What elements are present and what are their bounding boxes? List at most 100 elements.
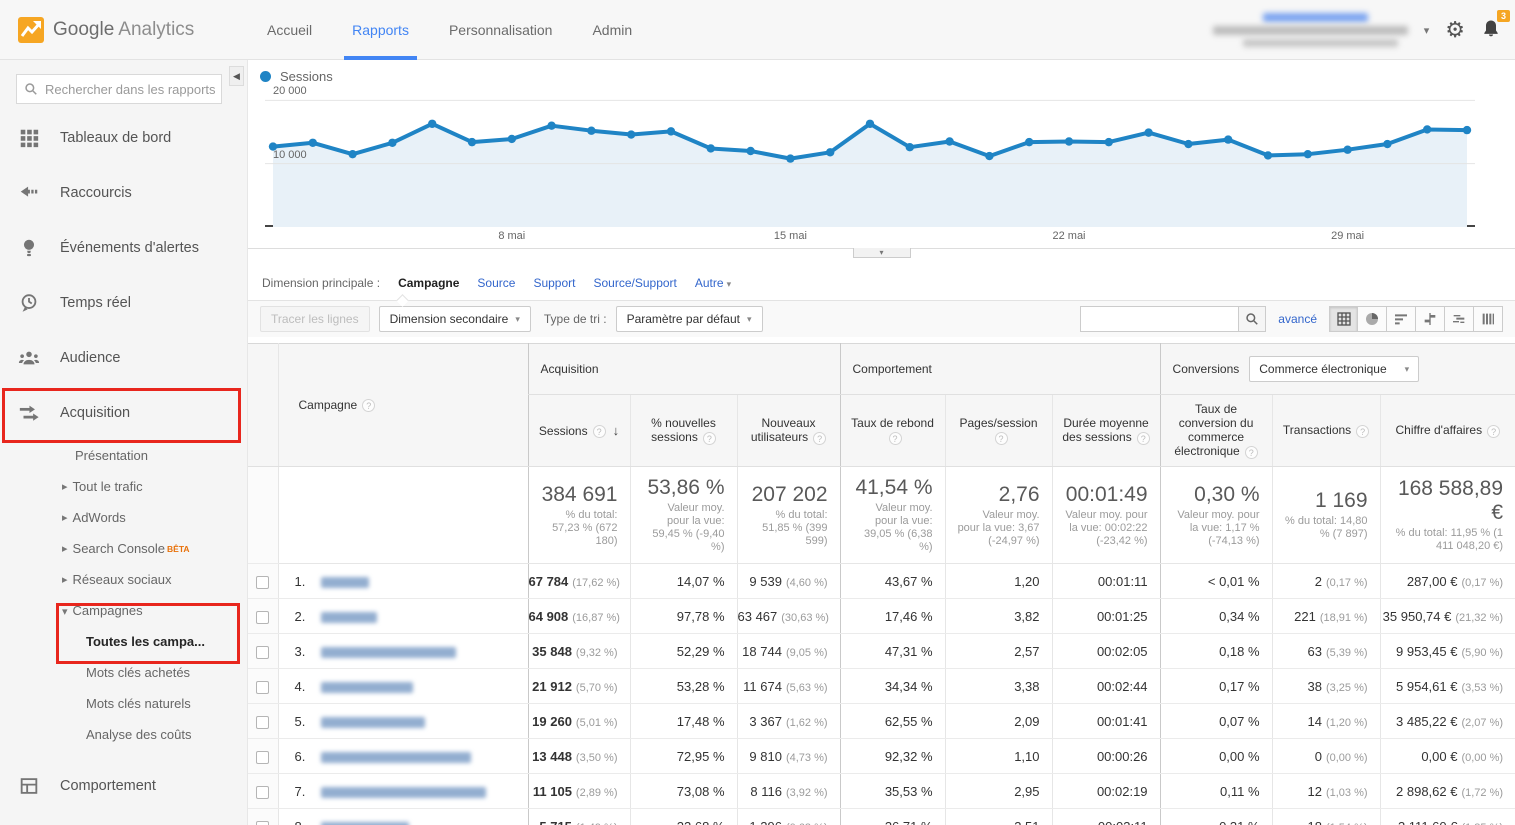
dimension-autre[interactable]: Autre <box>695 276 731 290</box>
row-checkbox[interactable] <box>256 786 269 799</box>
help-icon[interactable] <box>1356 425 1369 438</box>
campaign-name-redacted[interactable] <box>321 752 471 763</box>
view-pivot-button[interactable] <box>1474 306 1503 332</box>
nav-rapports[interactable]: Rapports <box>332 0 429 60</box>
help-icon[interactable] <box>1137 432 1150 445</box>
table-search-button[interactable] <box>1238 306 1266 332</box>
chart-point[interactable] <box>1144 128 1152 136</box>
sidebar-item-reseaux-sociaux[interactable]: Réseaux sociaux <box>0 564 247 595</box>
table-search-input[interactable] <box>1080 306 1238 332</box>
sidebar-item-presentation[interactable]: Présentation <box>0 440 247 471</box>
conversions-type-select[interactable]: Commerce électronique <box>1249 356 1419 382</box>
chart-point[interactable] <box>587 127 595 135</box>
campaign-name-redacted[interactable] <box>321 577 369 588</box>
chart-point[interactable] <box>985 152 993 160</box>
chart-point[interactable] <box>786 154 794 162</box>
dimension-support[interactable]: Support <box>533 276 575 290</box>
chart-collapse-tab[interactable] <box>853 248 911 258</box>
sidebar-item-analyse-des-couts[interactable]: Analyse des coûts <box>0 719 247 750</box>
chart-point[interactable] <box>746 147 754 155</box>
chart-point[interactable] <box>945 137 953 145</box>
account-chevron-down-icon[interactable]: ▾ <box>1424 24 1430 37</box>
chart-point[interactable] <box>707 144 715 152</box>
column-header-1[interactable]: Sessions <box>528 395 630 467</box>
sort-descending-icon[interactable] <box>613 423 620 438</box>
chart-point[interactable] <box>309 139 317 147</box>
sessions-legend-dot-icon[interactable] <box>260 71 271 82</box>
sidebar-item-search-console[interactable]: Search Console BÊTA <box>0 533 247 564</box>
campaign-name-redacted[interactable] <box>321 647 456 658</box>
row-checkbox[interactable] <box>256 576 269 589</box>
chart-point[interactable] <box>348 150 356 158</box>
chart-point[interactable] <box>1065 137 1073 145</box>
chart-point[interactable] <box>1304 150 1312 158</box>
campagne-column-header[interactable]: Campagne <box>278 344 528 467</box>
column-header-5[interactable]: Pages/session <box>945 395 1052 467</box>
dimension-source[interactable]: Source <box>477 276 515 290</box>
column-header-2[interactable]: % nouvelles sessions <box>630 395 737 467</box>
column-header-6[interactable]: Durée moyenne des sessions <box>1052 395 1160 467</box>
chart-point[interactable] <box>1463 126 1471 134</box>
sidebar-item-behavior[interactable]: Comportement <box>0 758 247 813</box>
dimension-campagne[interactable]: Campagne <box>398 276 459 290</box>
row-checkbox[interactable] <box>256 821 269 825</box>
campaign-name-redacted[interactable] <box>321 787 486 798</box>
column-header-7[interactable]: Taux de conversion du commerce électroni… <box>1160 395 1272 467</box>
chart-point[interactable] <box>1025 138 1033 146</box>
row-checkbox[interactable] <box>256 681 269 694</box>
sidebar-item-intelligence-events[interactable]: Événements d'alertes <box>0 220 247 275</box>
chart-point[interactable] <box>468 138 476 146</box>
column-header-9[interactable]: Chiffre d'affaires <box>1380 395 1515 467</box>
help-icon[interactable] <box>995 432 1008 445</box>
campaign-name-redacted[interactable] <box>321 612 377 623</box>
view-term-cloud-button[interactable] <box>1445 306 1474 332</box>
chart-point[interactable] <box>1224 135 1232 143</box>
chart-point[interactable] <box>1423 125 1431 133</box>
chart-point[interactable] <box>1105 138 1113 146</box>
sidebar-item-realtime[interactable]: Temps réel <box>0 275 247 330</box>
campaign-name-redacted[interactable] <box>321 717 425 728</box>
nav-accueil[interactable]: Accueil <box>247 0 332 60</box>
help-icon[interactable] <box>703 432 716 445</box>
logo[interactable]: GoogleAnalytics <box>0 17 247 43</box>
sidebar-item-mots-cles-naturels[interactable]: Mots clés naturels <box>0 688 247 719</box>
help-icon[interactable] <box>362 399 375 412</box>
sidebar-item-dashboards[interactable]: Tableaux de bord <box>0 110 247 165</box>
chart-point[interactable] <box>627 130 635 138</box>
help-icon[interactable] <box>1487 425 1500 438</box>
help-icon[interactable] <box>593 425 606 438</box>
view-table-button[interactable] <box>1329 306 1358 332</box>
view-percentage-button[interactable] <box>1358 306 1387 332</box>
sort-type-button[interactable]: Paramètre par défaut <box>616 306 763 332</box>
gear-icon[interactable]: ⚙ <box>1445 19 1465 41</box>
sidebar-item-mots-cles-achetes[interactable]: Mots clés achetés <box>0 657 247 688</box>
help-icon[interactable] <box>813 432 826 445</box>
campaign-name-redacted[interactable] <box>321 682 413 693</box>
sidebar-item-campagnes[interactable]: Campagnes <box>0 595 247 626</box>
plot-rows-button[interactable]: Tracer les lignes <box>260 306 370 332</box>
row-checkbox[interactable] <box>256 646 269 659</box>
chart-point[interactable] <box>1184 140 1192 148</box>
chart-point[interactable] <box>667 127 675 135</box>
column-header-8[interactable]: Transactions <box>1272 395 1380 467</box>
sidebar-item-adwords[interactable]: AdWords <box>0 502 247 533</box>
campaign-name-redacted[interactable] <box>321 822 409 825</box>
chart-point[interactable] <box>428 120 436 128</box>
chart-point[interactable] <box>1343 146 1351 154</box>
notifications-bell-icon[interactable]: 3 <box>1481 17 1501 44</box>
advanced-search-link[interactable]: avancé <box>1278 312 1317 326</box>
secondary-dimension-button[interactable]: Dimension secondaire <box>379 306 531 332</box>
sidebar-item-tout-le-trafic[interactable]: Tout le trafic <box>0 471 247 502</box>
row-checkbox[interactable] <box>256 751 269 764</box>
row-checkbox[interactable] <box>256 611 269 624</box>
sidebar-item-acquisition[interactable]: Acquisition <box>0 385 247 440</box>
chart-point[interactable] <box>1264 151 1272 159</box>
column-header-3[interactable]: Nouveaux utilisateurs <box>737 395 840 467</box>
dimension-source-support[interactable]: Source/Support <box>593 276 676 290</box>
help-icon[interactable] <box>1245 446 1258 459</box>
row-checkbox[interactable] <box>256 716 269 729</box>
chart-point[interactable] <box>547 121 555 129</box>
search-reports-input[interactable] <box>16 74 222 104</box>
chart-point[interactable] <box>1383 140 1391 148</box>
nav-admin[interactable]: Admin <box>572 0 652 60</box>
